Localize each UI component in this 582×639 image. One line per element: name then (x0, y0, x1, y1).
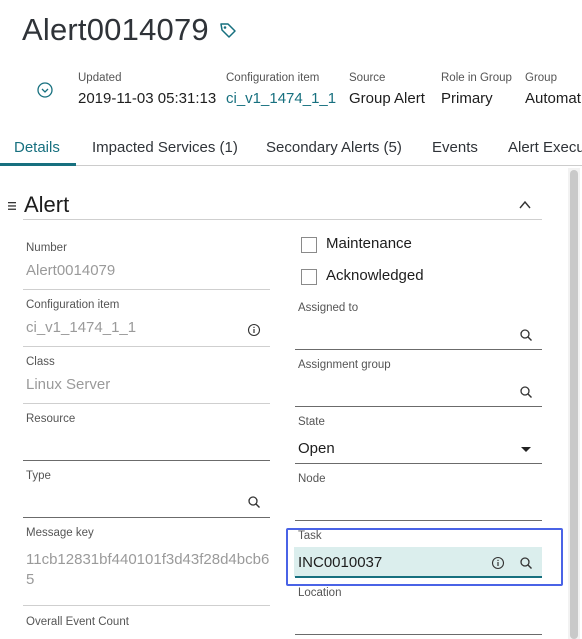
field-label: Overall Event Count (26, 616, 129, 628)
checkbox-label: Maintenance (326, 235, 412, 252)
meta-value: Automat (525, 90, 581, 107)
field-label: Task (298, 530, 322, 542)
checkbox-box[interactable] (301, 237, 317, 253)
meta-value: 2019-11-03 05:31:13 (78, 90, 217, 107)
meta-label: Group (525, 72, 557, 84)
field-underline (295, 463, 542, 464)
meta-label: Configuration item (226, 72, 320, 84)
tab-events[interactable]: Events (432, 139, 478, 156)
meta-label: Source (349, 72, 386, 84)
meta-updated: Updated 2019-11-03 05:31:13 (78, 72, 216, 107)
tab-alert-executions[interactable]: Alert Execu (508, 139, 582, 156)
type-field[interactable]: Type (23, 470, 270, 518)
caret-down-icon[interactable] (519, 442, 533, 456)
class-field: Class Linux Server (23, 356, 270, 404)
state-selected-value[interactable]: Open (298, 440, 335, 457)
record-title: Alert0014079 (22, 12, 209, 47)
meta-group: Group Automat (525, 72, 581, 107)
meta-label: Updated (78, 72, 122, 84)
search-icon[interactable] (519, 556, 533, 570)
overall-event-count-field: Overall Event Count (23, 616, 270, 639)
scrollbar-thumb[interactable] (570, 170, 578, 639)
assigned-to-field[interactable]: Assigned to (295, 302, 542, 350)
meta-source: Source Group Alert (349, 72, 425, 107)
meta-configuration-item: Configuration item ci_v1_1474_1_1 (226, 72, 336, 107)
field-underline (23, 346, 270, 347)
class-value: Linux Server (26, 376, 111, 393)
field-underline (23, 517, 270, 518)
configuration-item-link[interactable]: ci_v1_1474_1_1 (226, 90, 336, 107)
location-field[interactable]: Location (295, 587, 542, 635)
task-field[interactable]: Task INC0010037 (295, 530, 542, 578)
meta-value: Primary (441, 90, 493, 107)
section-menu-icon[interactable] (8, 201, 16, 211)
task-input[interactable]: INC0010037 (298, 554, 382, 571)
field-underline (295, 576, 542, 578)
message-key-field: Message key 11cb12831bf440101f3d43f28d4b… (23, 527, 270, 606)
field-label: Assigned to (298, 302, 359, 314)
field-underline (295, 520, 542, 521)
field-underline (23, 403, 270, 404)
state-select[interactable]: State Open (295, 416, 542, 464)
number-value: Alert0014079 (26, 262, 116, 279)
field-label: State (298, 416, 325, 428)
field-underline (23, 289, 270, 290)
configuration-item-field: Configuration item ci_v1_1474_1_1 (23, 299, 270, 347)
info-icon[interactable] (491, 556, 505, 570)
section-title: Alert (24, 192, 70, 217)
field-label: Node (298, 473, 326, 485)
search-icon[interactable] (247, 495, 261, 509)
field-label: Assignment group (298, 359, 391, 371)
field-label: Message key (26, 527, 94, 539)
assignment-group-field[interactable]: Assignment group (295, 359, 542, 407)
meta-role-in-group: Role in Group Primary (441, 72, 512, 107)
checkbox-label: Acknowledged (326, 267, 424, 284)
tab-details[interactable]: Details (14, 139, 60, 156)
maintenance-checkbox[interactable]: Maintenance (301, 235, 501, 255)
resource-field[interactable]: Resource (23, 413, 270, 461)
field-label: Class (26, 356, 55, 368)
node-field[interactable]: Node (295, 473, 542, 521)
info-icon[interactable] (247, 323, 261, 337)
field-label: Resource (26, 413, 76, 425)
field-label: Location (298, 587, 342, 599)
active-tab-indicator (0, 163, 76, 166)
scrollbar[interactable] (568, 168, 580, 639)
field-underline (295, 349, 542, 350)
meta-value: Group Alert (349, 90, 425, 107)
field-label: Configuration item (26, 299, 120, 311)
chevron-up-icon[interactable] (518, 198, 532, 212)
tag-icon[interactable] (219, 21, 237, 39)
search-icon[interactable] (519, 328, 533, 342)
field-underline (295, 406, 542, 407)
acknowledged-checkbox[interactable]: Acknowledged (301, 267, 501, 287)
field-underline (23, 460, 270, 461)
message-key-value-line2: 5 (26, 571, 35, 588)
tab-bar: Details Impacted Services (1) Secondary … (0, 130, 582, 166)
chevron-down-circle-icon[interactable] (37, 82, 53, 98)
field-label: Type (26, 470, 51, 482)
message-key-value-line1: 11cb12831bf440101f3d43f28d4bcb6 (26, 551, 270, 568)
section-divider (23, 219, 542, 220)
field-underline (295, 634, 542, 635)
number-field: Number Alert0014079 (23, 242, 270, 290)
tab-secondary-alerts[interactable]: Secondary Alerts (5) (266, 139, 402, 156)
checkbox-box[interactable] (301, 269, 317, 285)
field-underline (23, 605, 270, 606)
meta-label: Role in Group (441, 72, 512, 84)
search-icon[interactable] (519, 385, 533, 399)
field-label: Number (26, 242, 67, 254)
configuration-item-value: ci_v1_1474_1_1 (26, 319, 137, 336)
tab-impacted-services[interactable]: Impacted Services (1) (92, 139, 238, 156)
